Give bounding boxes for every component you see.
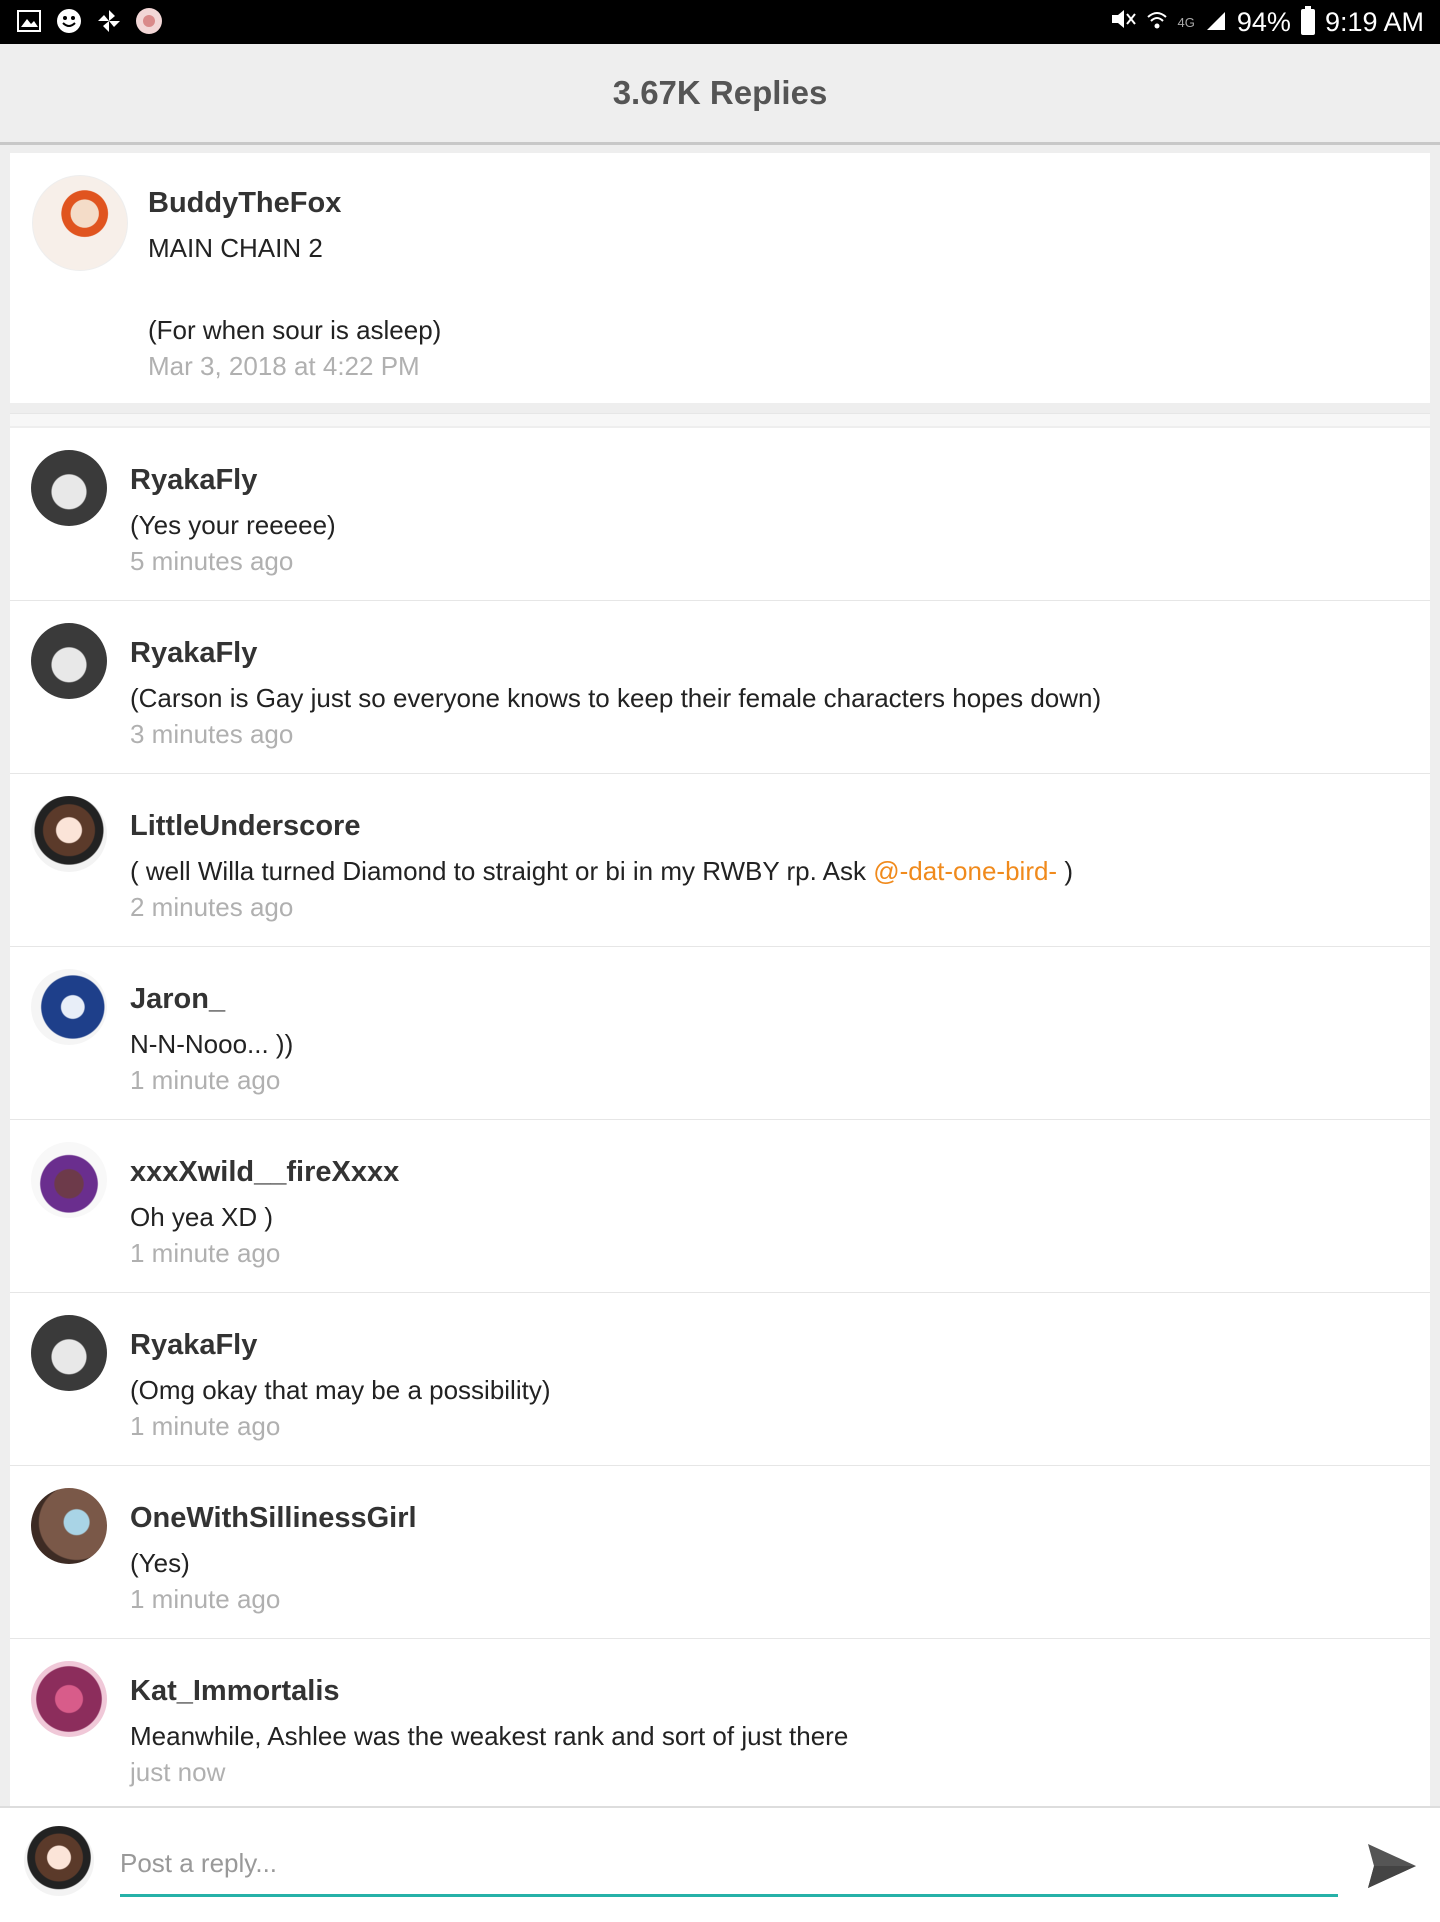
- author-name[interactable]: Kat_Immortalis: [130, 1675, 340, 1708]
- avatar[interactable]: [31, 1315, 107, 1391]
- post-title: MAIN CHAIN 2: [148, 233, 323, 263]
- list-item: Kat_Immortalis Meanwhile, Ashlee was the…: [10, 1639, 1430, 1812]
- author-name[interactable]: LittleUnderscore: [130, 810, 360, 843]
- reply-text: (Yes): [130, 1548, 190, 1578]
- main-post: BuddyTheFox MAIN CHAIN 2 (For when sour …: [10, 153, 1430, 403]
- author-name[interactable]: RyakaFly: [130, 464, 257, 497]
- avatar[interactable]: [31, 1142, 107, 1218]
- reply-timestamp: 3 minutes ago: [130, 719, 294, 749]
- send-icon: [1368, 1844, 1416, 1888]
- signal-icon: [1205, 7, 1227, 38]
- wifi-icon: [1146, 7, 1168, 38]
- reply-composer: [0, 1806, 1440, 1922]
- list-item: LittleUnderscore ( well Willa turned Dia…: [10, 774, 1430, 947]
- list-item: xxxXwild__fireXxxx Oh yea XD ) 1 minute …: [10, 1120, 1430, 1293]
- user-mention-link[interactable]: @-dat-one-bird-: [873, 856, 1057, 886]
- reply-text: ( well Willa turned Diamond to straight …: [130, 856, 1073, 887]
- reply-timestamp: 1 minute ago: [130, 1584, 281, 1614]
- avatar[interactable]: [31, 796, 107, 872]
- reply-text: N-N-Nooo... )): [130, 1029, 294, 1059]
- post-timestamp: Mar 3, 2018 at 4:22 PM: [148, 351, 420, 381]
- author-name[interactable]: BuddyTheFox: [148, 187, 341, 220]
- avatar[interactable]: [31, 969, 107, 1045]
- page-title: 3.67K Replies: [612, 74, 828, 111]
- battery-percent: 94%: [1236, 6, 1291, 37]
- post-body: (For when sour is asleep): [148, 315, 442, 345]
- reply-list: RyakaFly (Yes your reeeee) 5 minutes ago…: [10, 428, 1430, 1812]
- clock: 9:19 AM: [1324, 6, 1424, 37]
- reply-timestamp: 1 minute ago: [130, 1411, 281, 1441]
- reply-timestamp: just now: [130, 1757, 226, 1787]
- author-name[interactable]: Jaron_: [130, 983, 225, 1016]
- author-name[interactable]: RyakaFly: [130, 637, 257, 670]
- avatar[interactable]: [31, 1488, 107, 1564]
- reply-text-start: ( well Willa turned Diamond to straight …: [130, 856, 874, 886]
- list-item: Jaron_ N-N-Nooo... )) 1 minute ago: [10, 947, 1430, 1120]
- reply-text: Oh yea XD ): [130, 1202, 274, 1232]
- smiley-icon: [54, 6, 84, 36]
- reply-text: (Yes your reeeee): [130, 510, 336, 540]
- image-icon: [14, 6, 44, 36]
- list-item: RyakaFly (Yes your reeeee) 5 minutes ago: [10, 428, 1430, 601]
- reply-timestamp: 1 minute ago: [130, 1065, 281, 1095]
- reply-input[interactable]: [120, 1832, 1338, 1897]
- avatar[interactable]: [32, 175, 128, 271]
- reply-text: (Carson is Gay just so everyone knows to…: [130, 683, 1102, 713]
- author-name[interactable]: RyakaFly: [130, 1329, 257, 1362]
- avatar[interactable]: [31, 1661, 107, 1737]
- reply-text-end: ): [1057, 856, 1073, 886]
- flower-icon: [134, 6, 164, 36]
- reply-text: Meanwhile, Ashlee was the weakest rank a…: [130, 1721, 849, 1751]
- pinwheel-icon: [94, 6, 124, 36]
- avatar[interactable]: [31, 623, 107, 699]
- mute-icon: [1110, 7, 1136, 38]
- reply-text: (Omg okay that may be a possibility): [130, 1375, 551, 1405]
- network-type: 4G: [1177, 14, 1195, 30]
- send-button[interactable]: [1364, 1838, 1420, 1894]
- divider: [10, 413, 1430, 426]
- list-item: RyakaFly (Carson is Gay just so everyone…: [10, 601, 1430, 774]
- avatar: [24, 1826, 94, 1896]
- avatar[interactable]: [31, 450, 107, 526]
- author-name[interactable]: xxxXwild__fireXxxx: [130, 1156, 399, 1189]
- battery-icon: [1300, 6, 1315, 35]
- reply-timestamp: 2 minutes ago: [130, 892, 294, 922]
- list-item: OneWithSillinessGirl (Yes) 1 minute ago: [10, 1466, 1430, 1639]
- title-bar: 3.67K Replies: [0, 44, 1440, 145]
- reply-timestamp: 5 minutes ago: [130, 546, 294, 576]
- status-bar: 4G 94% 9:19 AM: [0, 0, 1440, 44]
- list-item: RyakaFly (Omg okay that may be a possibi…: [10, 1293, 1430, 1466]
- reply-timestamp: 1 minute ago: [130, 1238, 281, 1268]
- author-name[interactable]: OneWithSillinessGirl: [130, 1502, 417, 1535]
